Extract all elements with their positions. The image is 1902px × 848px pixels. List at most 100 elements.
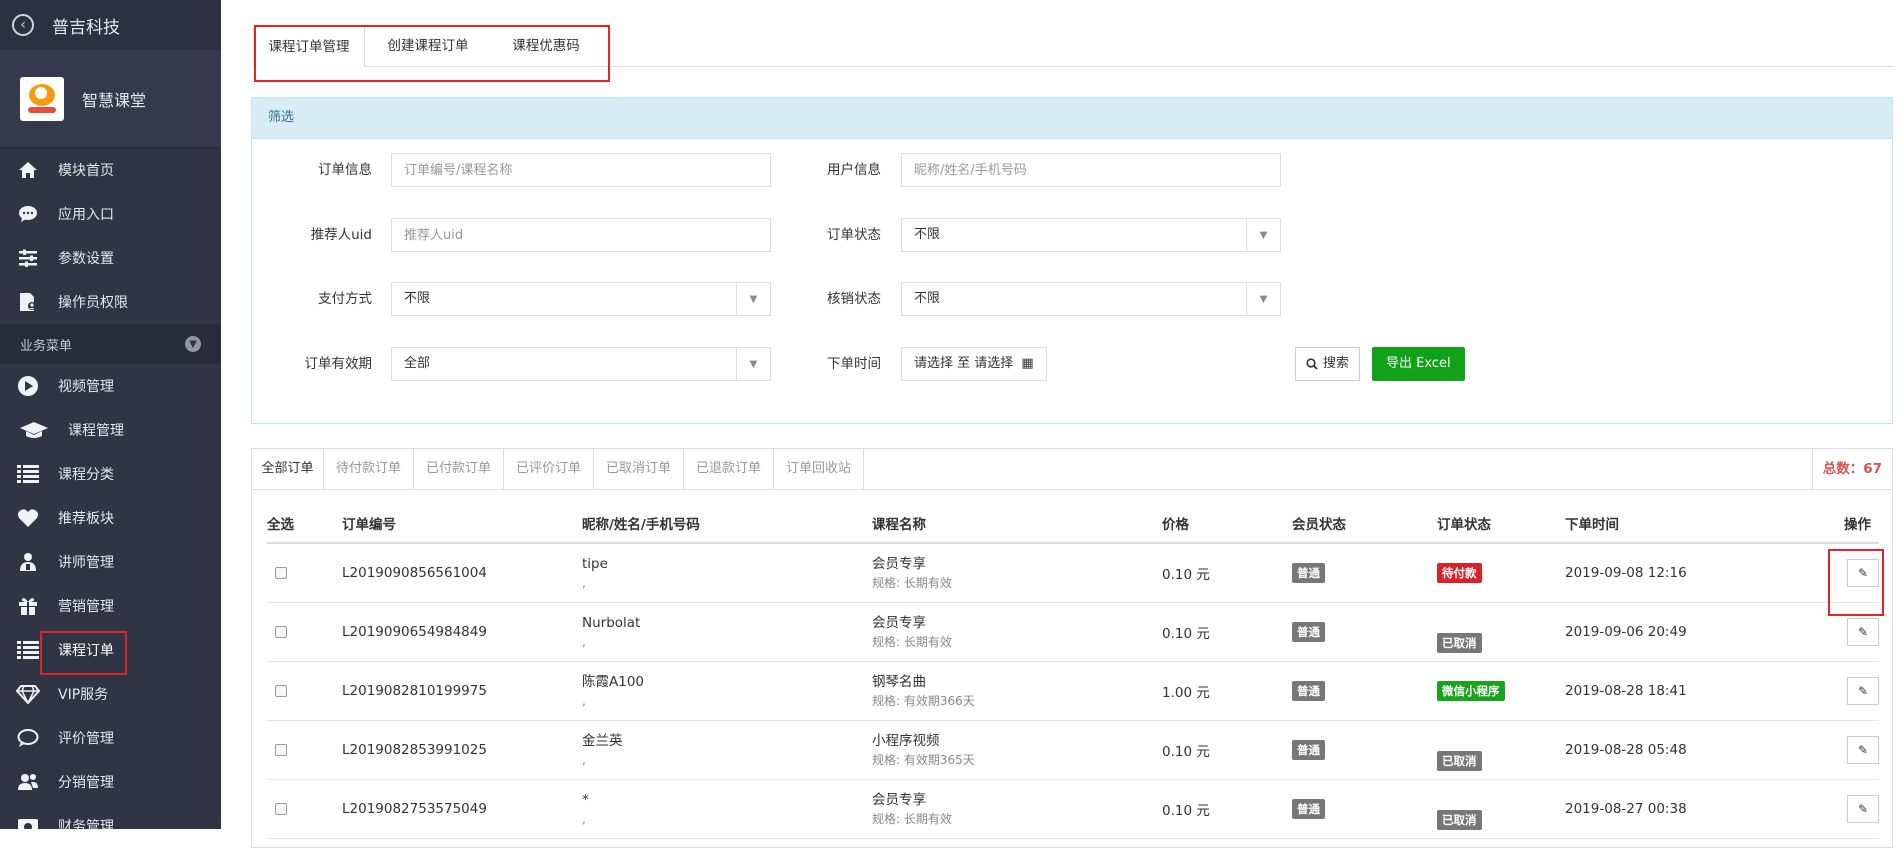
course-name: 钢琴名曲 (872, 673, 926, 690)
sidebar-item-label: 分销管理 (58, 775, 114, 791)
nick-extra: , (582, 575, 586, 590)
sidebar-item-operator-permission[interactable]: 操作员权限 (0, 280, 221, 324)
home-icon (16, 158, 40, 182)
filter-panel: 筛选 订单信息 用户信息 推荐人uid 订单状态 不限 ▼ 支付方式 不限 ▼ … (251, 97, 1893, 424)
referrer-input[interactable] (391, 218, 771, 252)
edit-button[interactable]: ✎ (1847, 735, 1879, 764)
list-icon (16, 462, 40, 486)
sidebar-item-app-entry[interactable]: 应用入口 (0, 192, 221, 236)
order-info-input[interactable] (391, 153, 771, 187)
order-status-badge: 待付款 (1437, 562, 1482, 583)
validity-select[interactable]: 全部 ▼ (391, 347, 771, 381)
row-checkbox[interactable] (275, 802, 287, 815)
order-no: L2019082753575049 (342, 779, 582, 839)
price: 0.10 元 (1162, 720, 1292, 780)
nick-name: 陈霞A100 (582, 673, 645, 690)
table-row: L2019082753575049 *, 会员专享 规格: 长期有效 0.10 元… (267, 779, 1879, 839)
course-spec: 规格: 有效期365天 (872, 752, 975, 767)
chevron-down-icon: ▼ (185, 336, 201, 352)
order-no: L2019090856561004 (342, 543, 582, 603)
edit-button[interactable]: ✎ (1847, 676, 1879, 705)
header-order-time: 下单时间 (1565, 504, 1805, 544)
course-name: 会员专享 (872, 555, 926, 572)
course-spec: 规格: 长期有效 (872, 634, 952, 649)
sidebar-item-finance[interactable]: 财务管理 (0, 804, 221, 829)
highlight-box (254, 25, 610, 82)
table-row: L2019090856561004 tipe, 会员专享 规格: 长期有效 0.1… (267, 543, 1879, 603)
pay-method-select[interactable]: 不限 ▼ (391, 282, 771, 316)
pay-method-value: 不限 (404, 291, 431, 306)
nick-name: tipe (582, 555, 608, 572)
edit-button[interactable]: ✎ (1847, 794, 1879, 823)
user-info-input[interactable] (901, 153, 1281, 187)
sidebar-item-video[interactable]: 视频管理 (0, 364, 221, 408)
order-status-label: 订单状态 (827, 227, 881, 243)
order-status-value: 不限 (914, 227, 941, 242)
nick-extra: , (582, 752, 586, 767)
header-price: 价格 (1162, 504, 1292, 544)
verify-status-select[interactable]: 不限 ▼ (901, 282, 1281, 316)
sidebar-item-teacher[interactable]: 讲师管理 (0, 540, 221, 584)
order-tab-unpaid[interactable]: 待付款订单 (324, 449, 414, 489)
order-tab-paid[interactable]: 已付款订单 (414, 449, 504, 489)
sidebar-item-home[interactable]: 模块首页 (0, 148, 221, 192)
sidebar-item-marketing[interactable]: 营销管理 (0, 584, 221, 628)
order-tab-all[interactable]: 全部订单 (252, 449, 324, 489)
sidebar-item-label: 参数设置 (58, 251, 114, 267)
order-time: 2019-08-27 00:38 (1565, 779, 1805, 839)
row-checkbox[interactable] (275, 684, 287, 697)
back-circle-icon[interactable]: ‹ (12, 14, 34, 36)
order-status-badge: 已取消 (1437, 750, 1482, 771)
header-select-all[interactable]: 全选 (267, 504, 342, 544)
diamond-icon (16, 682, 40, 706)
sidebar-item-label: 操作员权限 (58, 295, 128, 311)
calendar-icon: ▦ (1021, 356, 1034, 371)
business-menu-header[interactable]: 业务菜单 ▼ (0, 324, 221, 364)
sidebar-item-label: 讲师管理 (58, 555, 114, 571)
search-button[interactable]: 搜索 (1295, 347, 1361, 381)
sidebar-item-category[interactable]: 课程分类 (0, 452, 221, 496)
validity-label: 订单有效期 (304, 356, 373, 372)
member-status-badge: 普通 (1292, 621, 1325, 642)
order-tab-cancelled[interactable]: 已取消订单 (594, 449, 684, 489)
course-spec: 规格: 有效期366天 (872, 693, 975, 708)
main-content: 课程订单管理 创建课程订单 课程优惠码 筛选 订单信息 用户信息 推荐人uid … (221, 0, 1902, 848)
order-tab-refunded[interactable]: 已退款订单 (684, 449, 774, 489)
brand-name: 普吉科技 (52, 17, 120, 38)
sidebar-item-distribution[interactable]: 分销管理 (0, 760, 221, 804)
course-name: 会员专享 (872, 791, 926, 808)
row-checkbox[interactable] (275, 625, 287, 638)
sidebar-item-comments[interactable]: 评价管理 (0, 716, 221, 760)
settings-list-icon (16, 246, 40, 270)
course-name: 小程序视频 (872, 732, 940, 749)
order-tab-reviewed[interactable]: 已评价订单 (504, 449, 594, 489)
users-icon (16, 770, 40, 794)
sidebar-item-label: 视频管理 (58, 379, 114, 395)
order-status-select[interactable]: 不限 ▼ (901, 218, 1281, 252)
header-actions: 操作 (1805, 504, 1879, 544)
highlight-box (40, 631, 127, 675)
sidebar-item-settings[interactable]: 参数设置 (0, 236, 221, 280)
edit-button[interactable]: ✎ (1847, 617, 1879, 646)
finance-icon (16, 814, 40, 829)
order-status-badge: 微信小程序 (1437, 680, 1505, 701)
caret-down-icon: ▼ (1246, 283, 1280, 315)
search-button-label: 搜索 (1323, 356, 1350, 371)
order-tab-recycle-bin[interactable]: 订单回收站 (774, 449, 864, 489)
price: 0.10 元 (1162, 779, 1292, 839)
table-row: L2019082853991025 金兰英, 小程序视频 规格: 有效期365天 … (267, 720, 1879, 780)
order-time-label: 下单时间 (827, 356, 881, 372)
table-row: L2019090654984849 Nurbolat, 会员专享 规格: 长期有效… (267, 602, 1879, 662)
order-time-range[interactable]: 请选择 至 请选择 ▦ (901, 347, 1047, 381)
price: 0.10 元 (1162, 543, 1292, 603)
verify-status-label: 核销状态 (827, 291, 881, 307)
row-checkbox[interactable] (275, 566, 287, 579)
export-excel-button[interactable]: 导出 Excel (1372, 347, 1465, 381)
row-checkbox[interactable] (275, 743, 287, 756)
price: 1.00 元 (1162, 661, 1292, 721)
verify-status-value: 不限 (914, 291, 941, 306)
sidebar-item-recommend[interactable]: 推荐板块 (0, 496, 221, 540)
sidebar-item-vip[interactable]: VIP服务 (0, 672, 221, 716)
nick-extra: , (582, 811, 586, 826)
sidebar-item-course[interactable]: 课程管理 (0, 408, 221, 452)
